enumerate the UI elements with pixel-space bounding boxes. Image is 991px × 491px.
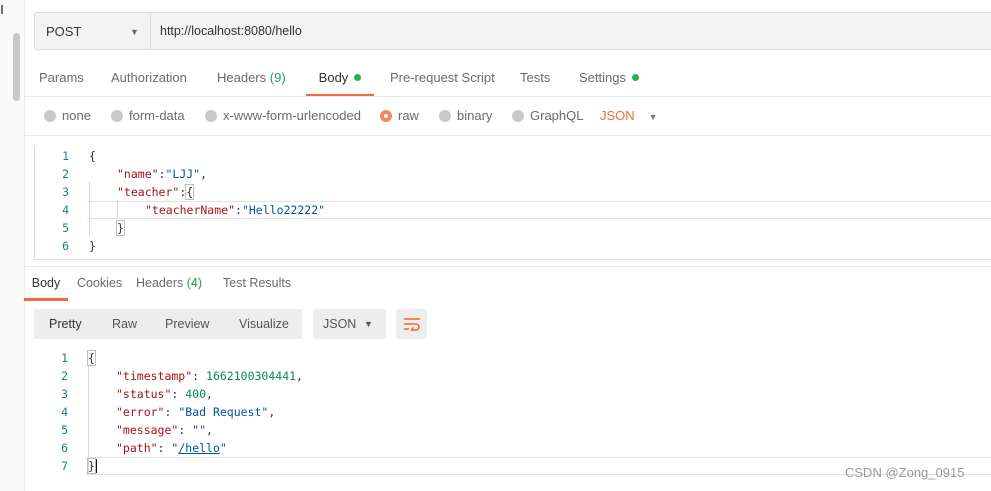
- sidebar-marker: [1, 5, 3, 14]
- caret-down-icon: ▼: [364, 319, 373, 329]
- request-tabs: Params Authorization Headers (9) Body Pr…: [24, 66, 991, 97]
- view-raw[interactable]: Raw: [112, 309, 137, 339]
- wrap-lines-button[interactable]: [396, 309, 427, 339]
- radio-none[interactable]: none: [44, 103, 91, 129]
- response-body-viewer[interactable]: 1 { 2 "timestamp": 1662100304441, 3 "sta…: [34, 348, 991, 478]
- response-format-select[interactable]: JSON ▼: [313, 309, 386, 339]
- request-url-bar: POST ▼ http://localhost:8080/hello: [34, 12, 991, 50]
- response-headers-count: (4): [186, 276, 203, 290]
- tab-params[interactable]: Params: [39, 66, 84, 94]
- tab-body[interactable]: Body: [306, 66, 374, 97]
- tab-settings[interactable]: Settings: [579, 66, 639, 94]
- wrap-lines-icon: [403, 318, 420, 331]
- text-cursor: [94, 459, 97, 473]
- tab-cookies[interactable]: Cookies: [77, 270, 122, 298]
- radio-graphql[interactable]: GraphQL: [512, 103, 583, 129]
- radio-binary[interactable]: binary: [439, 103, 492, 129]
- code-line: 6 }: [62, 239, 96, 253]
- radio-icon: [512, 110, 524, 122]
- pane-divider[interactable]: [24, 266, 991, 267]
- tab-response-body[interactable]: Body: [24, 270, 68, 301]
- radio-form-data[interactable]: form-data: [111, 103, 185, 129]
- code-line: 1 {: [62, 149, 96, 163]
- tab-response-headers[interactable]: Headers (4): [136, 270, 202, 298]
- path-link[interactable]: /hello: [178, 441, 220, 455]
- caret-down-icon: ▼: [648, 112, 658, 122]
- code-line: 6 "path": "/hello": [61, 441, 227, 455]
- settings-indicator-dot-icon: [631, 74, 639, 81]
- code-line: 2 "timestamp": 1662100304441,: [61, 369, 303, 383]
- watermark: CSDN @Zong_0915: [845, 465, 965, 480]
- radio-icon: [111, 110, 123, 122]
- code-line: 3 "teacher":{: [62, 184, 195, 200]
- tab-test-results[interactable]: Test Results: [223, 270, 291, 298]
- request-body-editor[interactable]: 1 { 2 "name":"LJJ", 3 "teacher":{ 4 "tea…: [34, 146, 991, 260]
- tab-authorization[interactable]: Authorization: [111, 66, 187, 94]
- options-divider: [24, 135, 991, 136]
- body-indicator-dot-icon: [354, 74, 362, 81]
- radio-x-www-form-urlencoded[interactable]: x-www-form-urlencoded: [205, 103, 361, 129]
- view-preview[interactable]: Preview: [165, 309, 209, 339]
- left-sidebar-strip: [0, 0, 25, 491]
- view-pretty[interactable]: Pretty: [49, 309, 82, 339]
- body-type-options: none form-data x-www-form-urlencoded raw…: [24, 103, 991, 129]
- tab-headers[interactable]: Headers (9): [217, 66, 286, 94]
- radio-icon: [439, 110, 451, 122]
- method-select[interactable]: POST ▼: [35, 13, 151, 49]
- radio-checked-icon: [380, 110, 392, 122]
- caret-down-icon: ▼: [130, 27, 139, 37]
- headers-count: (9): [269, 70, 286, 85]
- response-tabs: Body Cookies Headers (4) Test Results: [24, 270, 991, 301]
- code-line: 4 "teacherName":"Hello22222": [35, 201, 991, 219]
- code-line: 5 "message": "",: [61, 423, 213, 437]
- sidebar-scrollbar[interactable]: [13, 33, 20, 101]
- body-format-select[interactable]: JSON ▼: [600, 103, 658, 129]
- url-input[interactable]: http://localhost:8080/hello: [160, 13, 302, 49]
- response-view-toolbar: Pretty Raw Preview Visualize JSON ▼: [34, 309, 991, 339]
- code-line: 1 {: [61, 350, 96, 366]
- code-line: 4 "error": "Bad Request",: [61, 405, 276, 419]
- radio-icon: [205, 110, 217, 122]
- tab-tests[interactable]: Tests: [520, 66, 550, 94]
- tab-pre-request-script[interactable]: Pre-request Script: [390, 66, 495, 94]
- code-line: 5 }: [62, 220, 125, 236]
- radio-raw[interactable]: raw: [380, 103, 419, 129]
- code-line: 3 "status": 400,: [61, 387, 213, 401]
- radio-icon: [44, 110, 56, 122]
- view-mode-segmented: Pretty Raw Preview Visualize: [34, 309, 302, 339]
- tabs-divider: [24, 96, 991, 97]
- code-line: 2 "name":"LJJ",: [62, 167, 208, 181]
- view-visualize[interactable]: Visualize: [239, 309, 289, 339]
- method-label: POST: [46, 23, 82, 39]
